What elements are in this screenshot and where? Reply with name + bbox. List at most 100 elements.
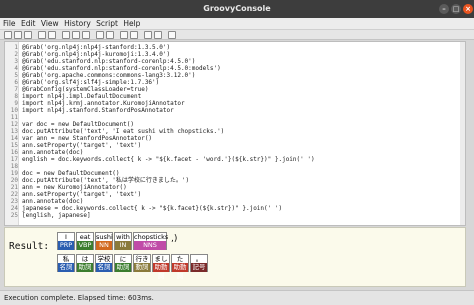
- token-tag: 記号: [191, 263, 207, 272]
- code-line[interactable]: 3 @Grab('edu.stanford.nlp:stanford-corenl…: [5, 58, 465, 65]
- japanese-token: に助詞: [114, 254, 132, 272]
- interrupt-script-icon[interactable]: [154, 31, 162, 39]
- line-number: 24: [10, 205, 18, 212]
- open-file-icon[interactable]: [14, 31, 22, 39]
- replace-icon[interactable]: [106, 31, 114, 39]
- clear-output-icon[interactable]: [168, 31, 176, 39]
- code-line[interactable]: 14 var ann = new StanfordPosAnnotator(): [5, 135, 465, 142]
- token-word: は: [81, 255, 89, 263]
- code-line[interactable]: 20 doc.putAttribute('text', '私は学校に行きました。'…: [5, 177, 465, 184]
- undo-icon[interactable]: [38, 31, 46, 39]
- code-line[interactable]: 23 ann.annotate(doc): [5, 198, 465, 205]
- code-text: @GrabConfig(systemClassLoader=true): [22, 86, 149, 93]
- code-line[interactable]: 7 @GrabConfig(systemClassLoader=true): [5, 86, 465, 93]
- token-word: まし: [154, 255, 168, 263]
- japanese-token: 。記号: [190, 254, 208, 272]
- code-line[interactable]: 19 doc = new DefaultDocument(): [5, 170, 465, 177]
- line-number: 14: [10, 135, 18, 142]
- code-line[interactable]: 13 doc.putAttribute('text', 'I eat sushi …: [5, 128, 465, 135]
- token-word: 学校: [97, 255, 111, 263]
- line-number: 17: [10, 156, 18, 163]
- code-text: @Grab('edu.stanford.nlp:stanford-corenlp…: [22, 58, 196, 65]
- status-text: Execution complete. Elapsed time: 603ms.: [4, 294, 154, 302]
- menu-file[interactable]: File: [3, 19, 16, 28]
- japanese-token: は助詞: [76, 254, 94, 272]
- line-number: 6: [14, 79, 18, 86]
- run-script-icon[interactable]: [144, 31, 152, 39]
- token-tag: IN: [115, 241, 131, 250]
- line-number: 20: [10, 177, 18, 184]
- toolbar: [0, 30, 474, 40]
- token-word: た: [176, 255, 184, 263]
- code-line[interactable]: 12 var doc = new DefaultDocument(): [5, 121, 465, 128]
- close-icon[interactable]: ×: [463, 4, 473, 14]
- english-token: eat VBP: [76, 232, 94, 250]
- code-line[interactable]: 25 [english, japanese]: [5, 212, 465, 219]
- find-icon[interactable]: [96, 31, 104, 39]
- code-line[interactable]: 9 import nlp4j.krmj.annotator.KuromojiAnn…: [5, 100, 465, 107]
- script-editor[interactable]: 1 @Grab('org.nlp4j:nlp4j-stanford:1.3.5.0…: [4, 41, 466, 226]
- token-word: eat: [79, 233, 91, 241]
- line-number: 21: [10, 184, 18, 191]
- line-number: 9: [14, 100, 18, 107]
- code-text: @Grab('org.apache.commons:commons-lang3:…: [22, 72, 196, 79]
- token-word: 私: [62, 255, 70, 263]
- code-line[interactable]: 16 ann.annotate(doc): [5, 149, 465, 156]
- code-line[interactable]: 6 @Grab('org.slf4j:slf4j-simple:1.7.36'): [5, 79, 465, 86]
- code-text: ann.setProperty('target', 'text'): [22, 142, 142, 149]
- token-tag: 名詞: [58, 263, 74, 272]
- code-line[interactable]: 11: [5, 114, 465, 121]
- save-file-icon[interactable]: [24, 31, 32, 39]
- code-line[interactable]: 10 import nlp4j.stanford.StanfordPosAnnot…: [5, 107, 465, 114]
- code-line[interactable]: 17 english = doc.keywords.collect{ k -> "…: [5, 156, 465, 163]
- line-number: 13: [10, 128, 18, 135]
- english-token: with IN: [114, 232, 132, 250]
- token-word: 行き: [135, 255, 149, 263]
- code-text: var ann = new StanfordPosAnnotator(): [22, 135, 153, 142]
- code-line[interactable]: 8 import nlp4j.impl.DefaultDocument: [5, 93, 465, 100]
- menu-script[interactable]: Script: [96, 19, 118, 28]
- redo-icon[interactable]: [48, 31, 56, 39]
- token-tag: NN: [96, 241, 112, 250]
- line-number: 23: [10, 198, 18, 205]
- code-text: english = doc.keywords.collect{ k -> "${…: [22, 156, 315, 163]
- code-line[interactable]: 22 ann.setProperty('target', 'text'): [5, 191, 465, 198]
- previous-history-icon[interactable]: [120, 31, 128, 39]
- menu-edit[interactable]: Edit: [21, 19, 36, 28]
- code-line[interactable]: 4 @Grab('edu.stanford.nlp:stanford-corenl…: [5, 65, 465, 72]
- menu-bar: File Edit View History Script Help: [0, 18, 474, 30]
- menu-view[interactable]: View: [41, 19, 59, 28]
- copy-icon[interactable]: [72, 31, 80, 39]
- line-number: 10: [10, 107, 18, 114]
- line-number: 2: [14, 51, 18, 58]
- line-number: 15: [10, 142, 18, 149]
- new-file-icon[interactable]: [4, 31, 12, 39]
- token-tag: 助動詞: [172, 263, 188, 280]
- code-text: import nlp4j.stanford.StanfordPosAnnotat…: [22, 107, 174, 114]
- code-text: @Grab('edu.stanford.nlp:stanford-corenlp…: [22, 65, 221, 72]
- next-history-icon[interactable]: [130, 31, 138, 39]
- menu-history[interactable]: History: [64, 19, 91, 28]
- code-text: import nlp4j.impl.DefaultDocument: [22, 93, 142, 100]
- minimize-icon[interactable]: –: [439, 4, 449, 14]
- line-number: 22: [10, 191, 18, 198]
- token-tag: VBP: [77, 241, 93, 250]
- code-line[interactable]: 21 ann = new KuromojiAnnotator(): [5, 184, 465, 191]
- token-word: chopsticks: [134, 233, 169, 241]
- cut-icon[interactable]: [62, 31, 70, 39]
- code-line[interactable]: 18: [5, 163, 465, 170]
- maximize-icon[interactable]: □: [451, 4, 461, 14]
- line-number: 16: [10, 149, 18, 156]
- code-line[interactable]: 5 @Grab('org.apache.commons:commons-lang3…: [5, 72, 465, 79]
- line-number: 7: [14, 86, 18, 93]
- menu-help[interactable]: Help: [123, 19, 140, 28]
- paste-icon[interactable]: [82, 31, 90, 39]
- token-tag: 助詞: [115, 263, 131, 272]
- editor-scrollbar[interactable]: [460, 42, 465, 225]
- code-line[interactable]: 15 ann.setProperty('target', 'text'): [5, 142, 465, 149]
- code-line[interactable]: 24 japanese = doc.keywords.collect{ k -> …: [5, 205, 465, 212]
- token-tag: 助動詞: [153, 263, 169, 280]
- code-line[interactable]: 1 @Grab('org.nlp4j:nlp4j-stanford:1.3.5.0…: [5, 44, 465, 51]
- code-line[interactable]: 2 @Grab('org.nlp4j:nlp4j-kuromoji:1.3.4.0…: [5, 51, 465, 58]
- line-number: 8: [14, 93, 18, 100]
